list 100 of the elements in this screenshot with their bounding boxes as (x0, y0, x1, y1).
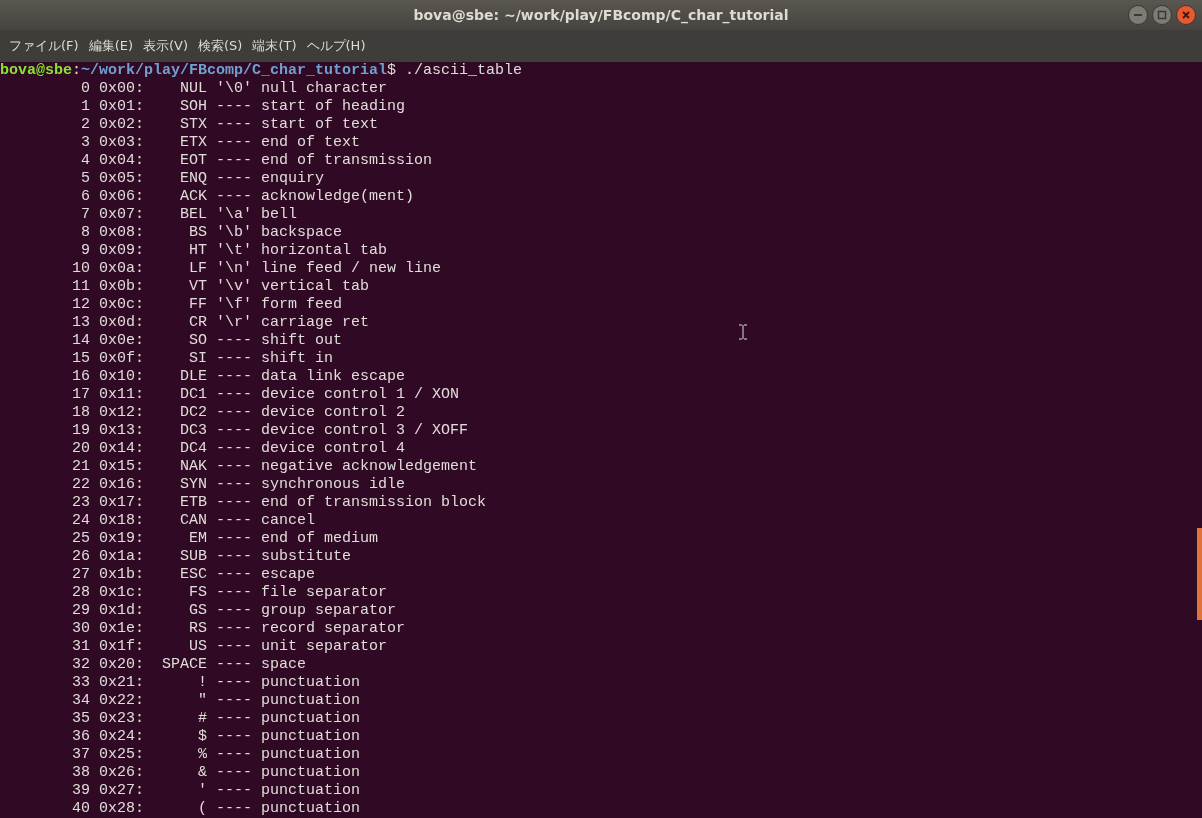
hex-value: 0x1f: (99, 638, 144, 656)
character-name: CAN (180, 512, 207, 530)
escape-text: ---- (216, 692, 252, 710)
description-text: line feed / new line (261, 260, 442, 278)
close-button[interactable] (1176, 5, 1196, 25)
hex-value: 0x13: (99, 422, 144, 440)
hex-value: 0x0a: (99, 260, 144, 278)
character-name: NAK (180, 458, 207, 476)
menu-item[interactable]: 端末(T) (247, 36, 302, 56)
decimal-value: 32 (72, 656, 90, 674)
description-text: backspace (261, 224, 342, 242)
hex-value: 0x20: (99, 656, 144, 674)
escape-text: ---- (216, 332, 252, 350)
hex-value: 0x1d: (99, 602, 144, 620)
hex-value: 0x1b: (99, 566, 144, 584)
prompt-line: bova@sbe:~/work/play/FBcomp/C_char_tutorial$ ./ascii_table (0, 62, 523, 80)
hex-value: 0x17: (99, 494, 144, 512)
decimal-value: 2 (81, 116, 90, 134)
description-text: bell (261, 206, 297, 224)
description-text: escape (261, 566, 315, 584)
escape-text: ---- (216, 530, 252, 548)
decimal-value: 11 (72, 278, 90, 296)
character-name: NUL (180, 80, 207, 98)
decimal-value: 33 (72, 674, 90, 692)
decimal-value: 19 (72, 422, 90, 440)
escape-text: '\n' (216, 260, 252, 278)
hex-value: 0x0d: (99, 314, 144, 332)
description-text: record separator (261, 620, 406, 638)
menu-item[interactable]: ヘルプ(H) (301, 36, 371, 56)
description-text: cancel (261, 512, 315, 530)
decimal-value: 16 (72, 368, 90, 386)
character-name: BS (189, 224, 207, 242)
hex-value: 0x15: (99, 458, 144, 476)
character-name: ! (198, 674, 207, 692)
description-text: unit separator (261, 638, 388, 656)
description-text: group separator (261, 602, 397, 620)
decimal-value: 40 (72, 800, 90, 818)
scrollbar-thumb[interactable] (1197, 528, 1202, 620)
hex-value: 0x27: (99, 782, 144, 800)
menu-item[interactable]: ファイル(F) (4, 36, 84, 56)
character-name: SPACE (162, 656, 207, 674)
description-text: punctuation (261, 710, 361, 728)
escape-text: ---- (216, 674, 252, 692)
hex-value: 0x07: (99, 206, 144, 224)
description-text: file separator (261, 584, 388, 602)
escape-text: '\t' (216, 242, 252, 260)
escape-text: ---- (216, 656, 252, 674)
menu-item[interactable]: 表示(V) (138, 36, 194, 56)
description-text: substitute (261, 548, 351, 566)
character-name: DLE (180, 368, 207, 386)
menu-item[interactable]: 検索(S) (193, 36, 248, 56)
hex-value: 0x00: (99, 80, 144, 98)
escape-text: ---- (216, 512, 252, 530)
decimal-value: 34 (72, 692, 90, 710)
hex-value: 0x22: (99, 692, 144, 710)
decimal-value: 36 (72, 728, 90, 746)
escape-text: '\a' (216, 206, 252, 224)
character-name: SI (189, 350, 207, 368)
description-text: carriage ret (261, 314, 370, 332)
decimal-value: 0 (81, 80, 90, 98)
hex-value: 0x21: (99, 674, 144, 692)
description-text: vertical tab (261, 278, 370, 296)
character-name: US (189, 638, 207, 656)
hex-value: 0x10: (99, 368, 144, 386)
description-text: punctuation (261, 692, 361, 710)
decimal-value: 15 (72, 350, 90, 368)
character-name: ACK (180, 188, 207, 206)
character-name: ETX (180, 134, 207, 152)
text-cursor-icon (738, 324, 748, 340)
escape-text: ---- (216, 170, 252, 188)
hex-value: 0x12: (99, 404, 144, 422)
character-name: $ (198, 728, 207, 746)
escape-text: ---- (216, 800, 252, 818)
character-name: CR (189, 314, 207, 332)
escape-text: ---- (216, 746, 252, 764)
hex-value: 0x05: (99, 170, 144, 188)
maximize-button[interactable] (1152, 5, 1172, 25)
character-name: DC1 (180, 386, 207, 404)
description-text: start of heading (261, 98, 406, 116)
menu-item[interactable]: 編集(E) (83, 36, 138, 56)
hex-value: 0x24: (99, 728, 144, 746)
escape-text: ---- (216, 422, 252, 440)
description-text: synchronous idle (261, 476, 406, 494)
decimal-value: 26 (72, 548, 90, 566)
minimize-button[interactable] (1128, 5, 1148, 25)
escape-text: ---- (216, 494, 252, 512)
character-name: ( (198, 800, 207, 818)
escape-text: ---- (216, 134, 252, 152)
character-name: DC2 (180, 404, 207, 422)
description-text: punctuation (261, 782, 361, 800)
decimal-value: 25 (72, 530, 90, 548)
character-name: # (198, 710, 207, 728)
escape-text: '\v' (216, 278, 252, 296)
window-title: bova@sbe: ~/work/play/FBcomp/C_char_tutorial (413, 5, 789, 26)
character-name: FS (189, 584, 207, 602)
decimal-value: 17 (72, 386, 90, 404)
maximize-icon (1157, 10, 1167, 20)
decimal-value: 13 (72, 314, 90, 332)
escape-text: ---- (216, 350, 252, 368)
decimal-value: 18 (72, 404, 90, 422)
